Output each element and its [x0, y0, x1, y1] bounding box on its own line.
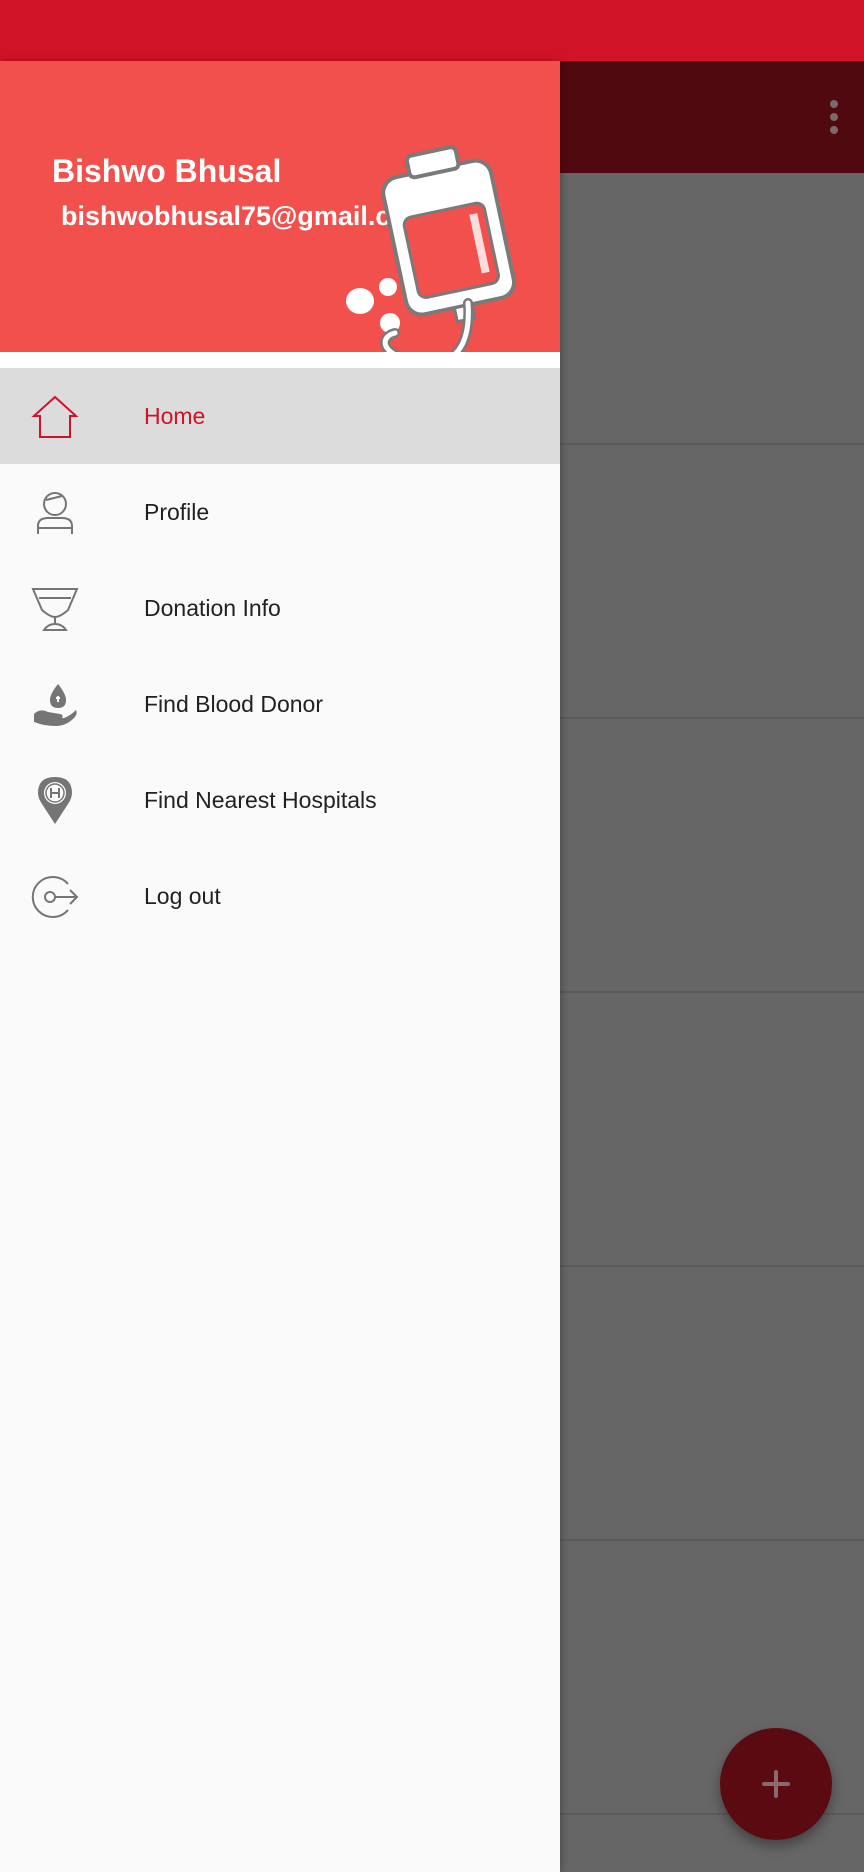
home-icon	[30, 392, 80, 442]
drawer-menu: Home Profile Donation Info Find Blood Do…	[0, 368, 560, 944]
blood-bag-icon	[346, 145, 517, 352]
blood-donor-hand-icon	[30, 680, 80, 730]
profile-icon	[30, 488, 80, 538]
header-divider	[0, 352, 560, 368]
menu-label-home: Home	[144, 403, 206, 429]
add-button[interactable]	[720, 1728, 832, 1840]
drawer-header: Bishwo Bhusal bishwobhusal75@gmail.com	[0, 61, 560, 352]
menu-label-find-blood-donor: Find Blood Donor	[144, 691, 323, 717]
navigation-drawer: Bishwo Bhusal bishwobhusal75@gmail.com H…	[0, 61, 560, 1872]
screen: Bishwo Bhusal bishwobhusal75@gmail.com H…	[0, 0, 864, 1872]
menu-label-find-nearest-hospitals: Find Nearest Hospitals	[144, 787, 377, 813]
logout-icon	[30, 872, 80, 922]
status-bar	[0, 0, 864, 61]
menu-label-log-out: Log out	[144, 883, 221, 909]
menu-label-profile: Profile	[144, 499, 210, 525]
menu-item-find-blood-donor[interactable]: Find Blood Donor	[0, 656, 560, 752]
more-vert-icon[interactable]	[814, 97, 854, 137]
donation-cup-icon	[30, 584, 80, 634]
plus-icon	[762, 1770, 790, 1798]
menu-item-log-out[interactable]: Log out	[0, 848, 560, 944]
hospital-location-icon	[30, 776, 80, 826]
menu-item-home[interactable]: Home	[0, 368, 560, 464]
menu-label-donation-info: Donation Info	[144, 595, 281, 621]
menu-item-profile[interactable]: Profile	[0, 464, 560, 560]
user-name: Bishwo Bhusal	[52, 153, 282, 189]
menu-item-find-nearest-hospitals[interactable]: Find Nearest Hospitals	[0, 752, 560, 848]
menu-item-donation-info[interactable]: Donation Info	[0, 560, 560, 656]
